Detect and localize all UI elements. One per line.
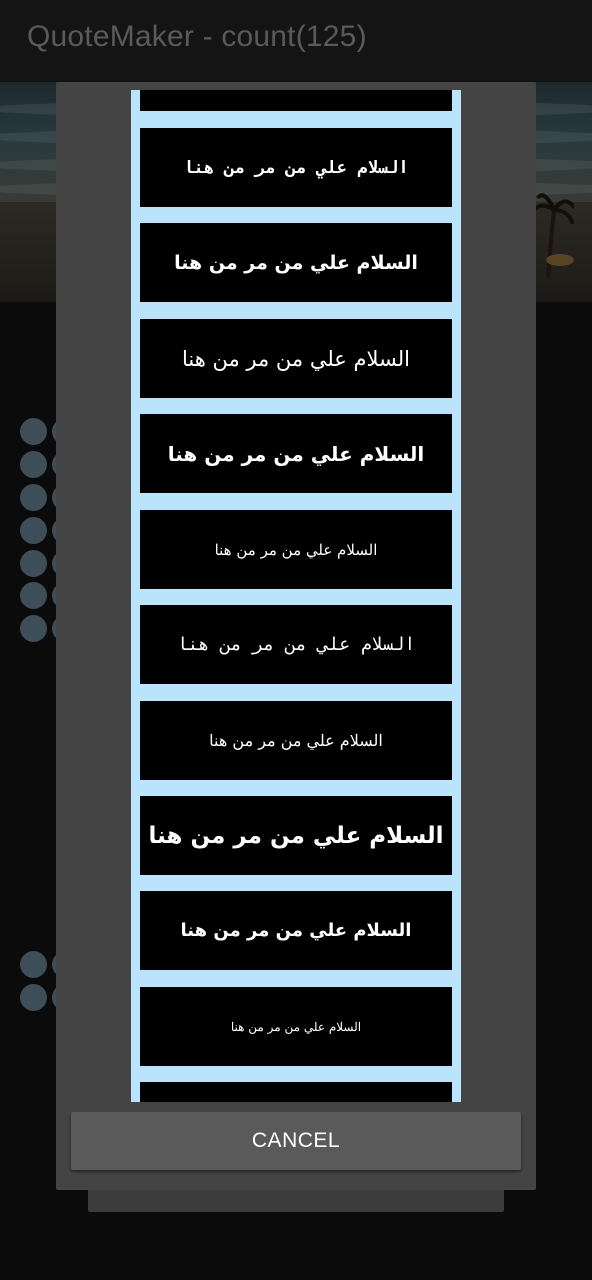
background-option-dot bbox=[20, 418, 47, 445]
font-item[interactable]: السلام علي من مر من هنا bbox=[140, 605, 452, 684]
background-option-dot bbox=[20, 951, 47, 978]
font-item[interactable] bbox=[140, 90, 452, 111]
background-option-dot bbox=[20, 582, 47, 609]
font-item[interactable]: السلام علي من مر من هنا bbox=[140, 510, 452, 589]
cancel-button[interactable]: CANCEL bbox=[71, 1112, 521, 1170]
background-option-dot bbox=[20, 550, 47, 577]
app-bar: QuoteMaker - count(125) bbox=[0, 0, 592, 82]
app-title: QuoteMaker - count(125) bbox=[27, 20, 367, 53]
background-option-dot bbox=[20, 517, 47, 544]
font-list[interactable]: السلام علي من مر من هنا السلام علي من مر… bbox=[131, 90, 461, 1102]
background-option-dot bbox=[20, 615, 47, 642]
background-option-dot bbox=[20, 484, 47, 511]
palm-tree-icon bbox=[532, 193, 574, 279]
font-item[interactable]: السلام علي من مر من هنا bbox=[140, 414, 452, 493]
font-item[interactable]: السلام علي من مر من هنا bbox=[140, 128, 452, 207]
background-option-dot bbox=[20, 984, 47, 1011]
background-option-dot bbox=[20, 451, 47, 478]
font-item[interactable]: السلام علي من مر من هنا bbox=[140, 223, 452, 302]
font-item[interactable]: السلام علي من مر من هنا bbox=[140, 891, 452, 970]
font-item[interactable]: السلام علي من مر من هنا bbox=[140, 987, 452, 1066]
font-item[interactable]: السلام علي من مر من هنا bbox=[140, 319, 452, 398]
font-item[interactable]: السلام علي من مر من هنا bbox=[140, 701, 452, 780]
font-item[interactable]: السلام علي من مر من هنا bbox=[140, 796, 452, 875]
font-item[interactable] bbox=[140, 1082, 452, 1102]
